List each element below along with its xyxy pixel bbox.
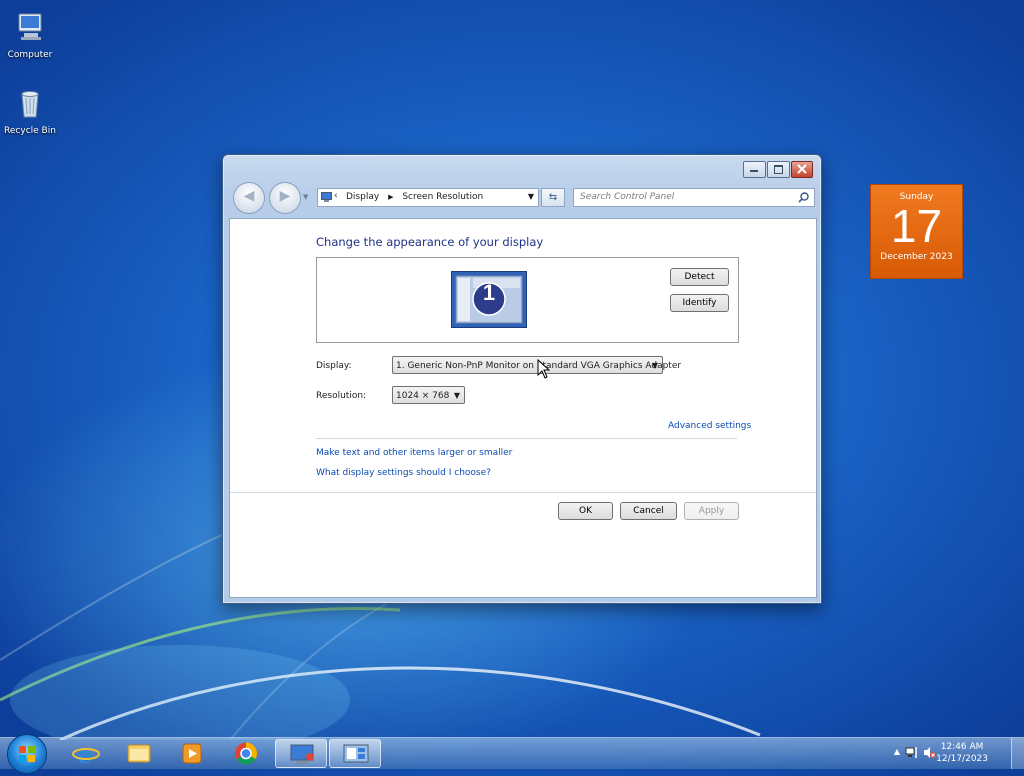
taskbar-internet-explorer[interactable]: e [60, 739, 112, 769]
identify-button[interactable]: Identify [670, 294, 729, 312]
calendar-day: 17 [890, 200, 943, 252]
address-bar[interactable]: ‹ Display ▶ Screen Resolution ▼ [317, 188, 539, 207]
clock-time: 12:46 AM [940, 742, 984, 752]
page-title: Change the appearance of your display [316, 235, 544, 249]
cancel-button[interactable]: Cancel [620, 502, 677, 520]
mouse-pointer-icon [537, 359, 551, 379]
refresh-button[interactable]: ⇆ [541, 188, 565, 207]
divider [316, 438, 737, 439]
monitor-number: 1 [482, 280, 496, 305]
calendar-month-year: December 2023 [880, 252, 953, 262]
breadcrumb: Display ▶ Screen Resolution [338, 192, 483, 202]
address-dropdown-icon[interactable]: ▼ [528, 192, 534, 201]
breadcrumb-separator-icon[interactable]: ▶ [388, 193, 393, 201]
back-button[interactable]: ◀ [233, 182, 265, 214]
desktop-icon-label: Recycle Bin [4, 126, 56, 136]
taskbar: e ▲ 12:46 AM 12/17/2023 [0, 734, 1024, 774]
internet-explorer-icon: e [72, 740, 100, 769]
display-control-panel-icon [321, 192, 332, 202]
caption-buttons [742, 161, 813, 178]
windows-explorer-icon [127, 744, 151, 763]
refresh-icon: ⇆ [548, 192, 558, 203]
svg-text:e: e [77, 740, 92, 768]
monitor-arrangement-box: 1 Detect Identify [316, 257, 739, 343]
clock[interactable]: 12:46 AM 12/17/2023 [936, 741, 988, 765]
close-icon [797, 164, 807, 174]
display-label: Display: [316, 361, 352, 371]
chevron-down-icon: ▼ [453, 391, 460, 400]
computer-icon [18, 13, 42, 40]
apply-button[interactable]: Apply [684, 502, 739, 520]
text-size-link[interactable]: Make text and other items larger or smal… [316, 448, 512, 458]
show-hidden-icons-icon[interactable]: ▲ [894, 747, 900, 756]
search-box[interactable]: Search Control Panel [573, 188, 815, 207]
breadcrumb-screen-resolution[interactable]: Screen Resolution [402, 192, 483, 202]
divider [230, 492, 816, 493]
taskbar-display-settings[interactable] [329, 739, 381, 768]
taskbar-windows-explorer[interactable] [113, 739, 165, 768]
screen-resolution-window: ◀ ▶ ▼ ‹ Display ▶ Screen Resolution ▼ ⇆ … [222, 154, 822, 604]
maximize-icon [774, 165, 783, 174]
resolution-label: Resolution: [316, 391, 367, 401]
search-icon[interactable] [798, 192, 809, 203]
start-button[interactable] [7, 734, 47, 774]
search-placeholder: Search Control Panel [580, 192, 675, 202]
taskbar-media-player[interactable] [166, 739, 218, 768]
back-arrow-icon: ◀ [243, 188, 255, 204]
calendar-gadget[interactable]: Sunday 17 December 2023 [870, 184, 963, 279]
maximize-button[interactable] [767, 161, 790, 178]
forward-button[interactable]: ▶ [269, 182, 301, 214]
show-desktop-button[interactable] [1011, 738, 1024, 769]
recycle-bin-icon [21, 91, 39, 118]
volume-muted-icon[interactable] [923, 746, 936, 759]
close-button[interactable] [791, 161, 813, 178]
breadcrumb-display[interactable]: Display [346, 192, 379, 202]
display-settings-icon [343, 744, 369, 763]
advanced-settings-link[interactable]: Advanced settings [668, 421, 751, 431]
recent-pages-dropdown-icon[interactable]: ▼ [303, 193, 308, 201]
desktop-icon-label: Computer [7, 50, 53, 60]
resolution-select-value: 1024 × 768 [396, 391, 450, 401]
ok-button[interactable]: OK [558, 502, 613, 520]
display-settings-help-link[interactable]: What display settings should I choose? [316, 468, 491, 478]
media-player-icon [182, 743, 202, 764]
taskbar-chrome[interactable] [220, 739, 272, 768]
desktop-icon-recycle-bin[interactable]: Recycle Bin [0, 86, 60, 136]
taskbar-control-panel[interactable] [275, 739, 327, 768]
minimize-button[interactable] [743, 161, 766, 178]
forward-arrow-icon: ▶ [279, 188, 291, 204]
network-icon[interactable] [905, 746, 918, 759]
desktop-icon-computer[interactable]: Computer [0, 10, 60, 60]
navigation-bar: ◀ ▶ ▼ ‹ Display ▶ Screen Resolution ▼ ⇆ … [231, 182, 815, 214]
resolution-select[interactable]: 1024 × 768 ▼ [392, 386, 465, 404]
chevron-down-icon: ▼ [651, 361, 658, 370]
display-select[interactable]: 1. Generic Non-PnP Monitor on Standard V… [392, 356, 681, 374]
windows-logo-icon [19, 746, 35, 762]
chrome-icon [235, 742, 257, 765]
detect-button[interactable]: Detect [670, 268, 729, 286]
clock-date: 12/17/2023 [936, 754, 988, 764]
content-pane: Change the appearance of your display 1 … [229, 218, 817, 598]
control-panel-icon [290, 744, 314, 764]
minimize-icon [750, 170, 758, 172]
